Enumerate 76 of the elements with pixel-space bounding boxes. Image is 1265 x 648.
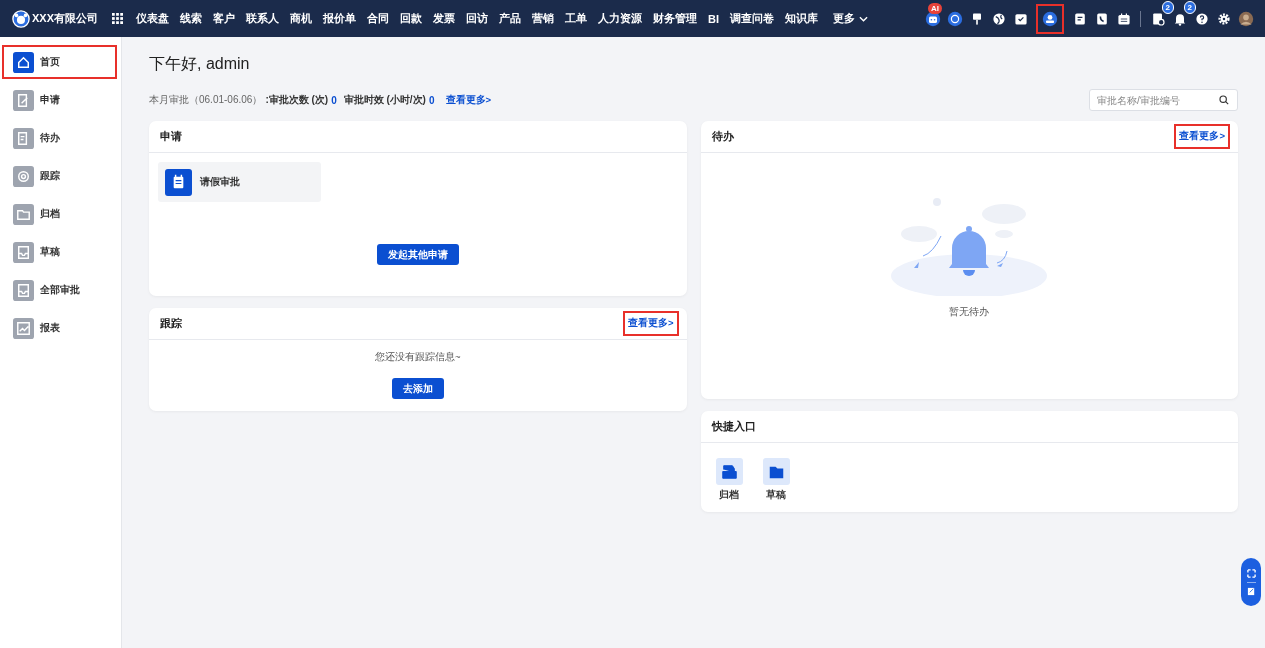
nav-link[interactable]: 合同 (367, 11, 389, 26)
settings-icon[interactable] (1215, 10, 1232, 27)
logo-icon (12, 9, 30, 28)
tray-icon (13, 241, 34, 263)
nav-link[interactable]: 调查问卷 (730, 11, 774, 26)
greeting-title: 下午好, admin (149, 54, 251, 74)
stat-value: 0 (428, 94, 435, 106)
card-title: 申请 (160, 129, 182, 144)
chart-icon (13, 317, 34, 339)
nav-link[interactable]: 财务管理 (653, 11, 697, 26)
search-field[interactable]: 审批名称/审批编号 (1089, 89, 1238, 111)
badge: AI (928, 3, 942, 14)
badge: 2 (1161, 1, 1174, 14)
nav-link[interactable]: 商机 (290, 11, 312, 26)
nav-link[interactable]: 客户 (213, 11, 235, 26)
sidebar-item[interactable]: 归档 (2, 197, 117, 231)
badge: 2 (1183, 1, 1196, 14)
empty-message: 您还没有跟踪信息~ (374, 351, 461, 364)
company-name: XXX有限公司 (32, 11, 98, 26)
view-more-link[interactable]: 查看更多> (1176, 126, 1228, 147)
edit-icon (13, 89, 34, 111)
nav-link[interactable]: BI (708, 11, 719, 26)
nav-link[interactable]: 工单 (565, 11, 587, 26)
archive-icon (715, 458, 743, 485)
sidebar-item[interactable]: 全部审批 (2, 273, 117, 307)
view-more-link[interactable]: 查看更多> (624, 313, 677, 334)
stat-label: 审批时效 (小时/次) (343, 93, 426, 107)
stat-value: 0 (331, 94, 337, 106)
sidebar-item[interactable]: 首页 (2, 45, 117, 79)
card-title: 待办 (711, 129, 734, 144)
nav-link[interactable]: 联系人 (246, 11, 279, 26)
target-icon (13, 165, 34, 187)
stat-label: :审批次数 (次) (265, 93, 329, 107)
todo-icon (13, 127, 34, 149)
more-menu[interactable]: 更多 (833, 11, 868, 26)
calendar-icon (165, 168, 192, 196)
help-icon[interactable] (1193, 10, 1210, 27)
card-title: 快捷入口 (711, 419, 756, 434)
nav-link[interactable]: 营销 (532, 11, 554, 26)
nav-link[interactable]: 仪表盘 (136, 11, 169, 26)
stats-period: 本月审批（06.01-06.06） (149, 93, 263, 107)
folder-icon (13, 203, 34, 225)
caret-icon (859, 15, 868, 22)
sidebar-item[interactable]: 申请 (2, 83, 117, 117)
view-more-link[interactable]: 查看更多> (445, 93, 492, 107)
nav-link[interactable]: 人力资源 (598, 11, 642, 26)
apps-grid-icon[interactable] (112, 13, 123, 24)
globe-icon[interactable] (990, 10, 1007, 27)
calendar-icon[interactable] (1115, 10, 1132, 27)
edit-icon[interactable] (1246, 586, 1256, 596)
nav-link[interactable]: 产品 (499, 11, 521, 26)
shortcut-item[interactable]: 归档 (715, 458, 743, 502)
shortcut-item[interactable]: 草稿 (762, 458, 790, 502)
avatar[interactable] (1237, 10, 1254, 27)
sidebar-item[interactable]: 待办 (2, 121, 117, 155)
nav-link[interactable]: 知识库 (785, 11, 818, 26)
user-icon[interactable] (1042, 10, 1058, 27)
home-icon (13, 51, 34, 73)
nav-link[interactable]: 回款 (400, 11, 422, 26)
folder-icon (762, 458, 790, 485)
nav-link[interactable]: 线索 (180, 11, 202, 26)
tray-icon (13, 279, 34, 301)
chat-icon[interactable] (946, 10, 963, 27)
approval-type-tile[interactable]: 请假审批 (158, 162, 321, 202)
card-title: 跟踪 (160, 316, 182, 331)
nav-link[interactable]: 回访 (466, 11, 488, 26)
start-request-button[interactable]: 发起其他申请 (376, 244, 459, 265)
empty-message: 暂无待办 (949, 306, 990, 319)
search-icon (1219, 95, 1229, 105)
add-button[interactable]: 去添加 (391, 378, 444, 399)
sidebar-item[interactable]: 跟踪 (2, 159, 117, 193)
nav-link[interactable]: 发票 (433, 11, 455, 26)
sidebar-item[interactable]: 草稿 (2, 235, 117, 269)
nav-link[interactable]: 报价单 (323, 11, 356, 26)
expand-icon[interactable] (1246, 568, 1256, 578)
sidebar-item[interactable]: 报表 (2, 311, 117, 345)
